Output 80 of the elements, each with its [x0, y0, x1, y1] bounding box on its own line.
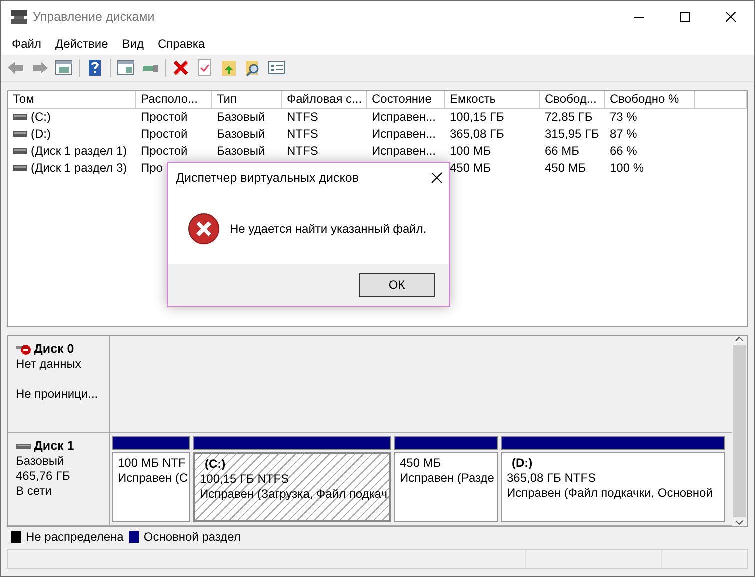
partition[interactable]: (C:) 100,15 ГБ NTFS Исправен (Загрузка, Файл подкач — [193, 452, 391, 522]
maximize-icon[interactable] — [680, 12, 690, 22]
table-cell: NTFS — [287, 110, 318, 124]
window-title: Управление дисками — [33, 10, 156, 24]
disk-info: Нет данных — [16, 357, 82, 371]
drive-icon — [13, 112, 27, 120]
disk-name: Диск 0 — [34, 342, 74, 357]
table-cell: (Диск 1 раздел 3) — [31, 160, 128, 174]
disk-info: 465,76 ГБ — [16, 468, 70, 483]
table-cell: Базовый — [217, 144, 266, 158]
column-header[interactable]: Свобод... — [540, 90, 605, 108]
table-cell: 73 % — [610, 110, 638, 124]
table-cell: Исправен... — [372, 110, 436, 124]
scrollbar-thumb[interactable] — [733, 345, 746, 517]
scroll-up-icon[interactable] — [735, 336, 744, 342]
table-cell: 87 % — [610, 126, 638, 140]
table-cell: Исправен... — [372, 126, 436, 140]
help-icon[interactable] — [86, 59, 104, 77]
panel-icon[interactable] — [117, 59, 135, 77]
table-cell: NTFS — [287, 126, 318, 140]
drive-icon — [13, 146, 27, 154]
ok-button[interactable]: ОК — [359, 273, 435, 297]
forward-icon[interactable] — [31, 59, 49, 77]
menu-item[interactable]: Вид — [115, 37, 151, 51]
table-cell: NTFS — [287, 144, 318, 158]
console-tree-icon[interactable] — [55, 59, 73, 77]
table-cell: Простой — [141, 144, 188, 158]
back-icon[interactable] — [7, 59, 25, 77]
table-cell: 450 МБ — [450, 160, 492, 174]
close-icon[interactable] — [726, 12, 736, 22]
dialog-title: Диспетчер виртуальных дисков — [176, 171, 359, 185]
disk-info: Базовый — [16, 454, 64, 468]
disk-info: Не проиници... — [16, 387, 98, 401]
partition[interactable]: (D:) 365,08 ГБ NTFS Исправен (Файл подкачки, Основной — [501, 452, 725, 522]
menu-item[interactable]: Действие — [48, 37, 116, 51]
scroll-down-icon[interactable] — [735, 520, 744, 526]
table-cell: 66 % — [610, 144, 638, 158]
error-icon — [188, 212, 220, 244]
folder-up-icon[interactable] — [220, 59, 238, 77]
table-cell: Простой — [141, 126, 188, 140]
close-icon[interactable] — [431, 172, 443, 184]
table-cell: 100,15 ГБ — [450, 110, 504, 124]
disk-error-icon — [16, 344, 32, 356]
table-cell: Базовый — [217, 126, 266, 140]
delete-icon[interactable] — [172, 59, 190, 77]
column-header[interactable]: Том — [8, 90, 136, 108]
table-cell: 315,95 ГБ — [545, 126, 600, 140]
table-cell: Про — [141, 160, 163, 174]
error-message: Не удается найти указанный файл. — [230, 222, 427, 236]
drive-icon — [13, 130, 27, 138]
table-cell: 100 % — [610, 160, 644, 174]
table-cell: Простой — [141, 110, 188, 124]
legend-label: Не распределена — [26, 530, 124, 544]
properties-icon[interactable] — [268, 59, 286, 77]
legend-label: Основной раздел — [144, 530, 241, 544]
table-cell: 66 МБ — [545, 144, 580, 158]
table-cell: (D:) — [31, 126, 51, 140]
table-cell: (Диск 1 раздел 1) — [31, 144, 128, 158]
column-header[interactable]: Емкость — [445, 90, 540, 108]
column-header[interactable]: Файловая с... — [282, 90, 367, 108]
disk-info: В сети — [16, 484, 52, 498]
partition[interactable]: 450 МБ Исправен (Разде — [394, 452, 498, 522]
partition[interactable]: 100 МБ NTF Исправен (С — [112, 452, 190, 522]
table-cell: 365,08 ГБ — [450, 126, 504, 140]
checklist-icon[interactable] — [196, 59, 214, 77]
drive-icon — [13, 164, 27, 172]
disk-name: Диск 1 — [34, 438, 74, 454]
menu-item[interactable]: Файл — [5, 37, 49, 51]
table-cell: Базовый — [217, 110, 266, 124]
menu-item[interactable]: Справка — [151, 37, 212, 51]
app-icon — [11, 10, 27, 24]
table-cell: 100 МБ — [450, 144, 492, 158]
table-cell: 72,85 ГБ — [545, 110, 593, 124]
table-cell: Исправен... — [372, 144, 436, 158]
column-header[interactable]: Свободно % — [605, 90, 695, 108]
table-cell: (C:) — [31, 110, 51, 124]
column-header[interactable]: Состояние — [367, 90, 445, 108]
column-header[interactable]: Располо... — [136, 90, 212, 108]
table-cell: 450 МБ — [545, 160, 586, 174]
column-header[interactable]: Тип — [212, 90, 282, 108]
